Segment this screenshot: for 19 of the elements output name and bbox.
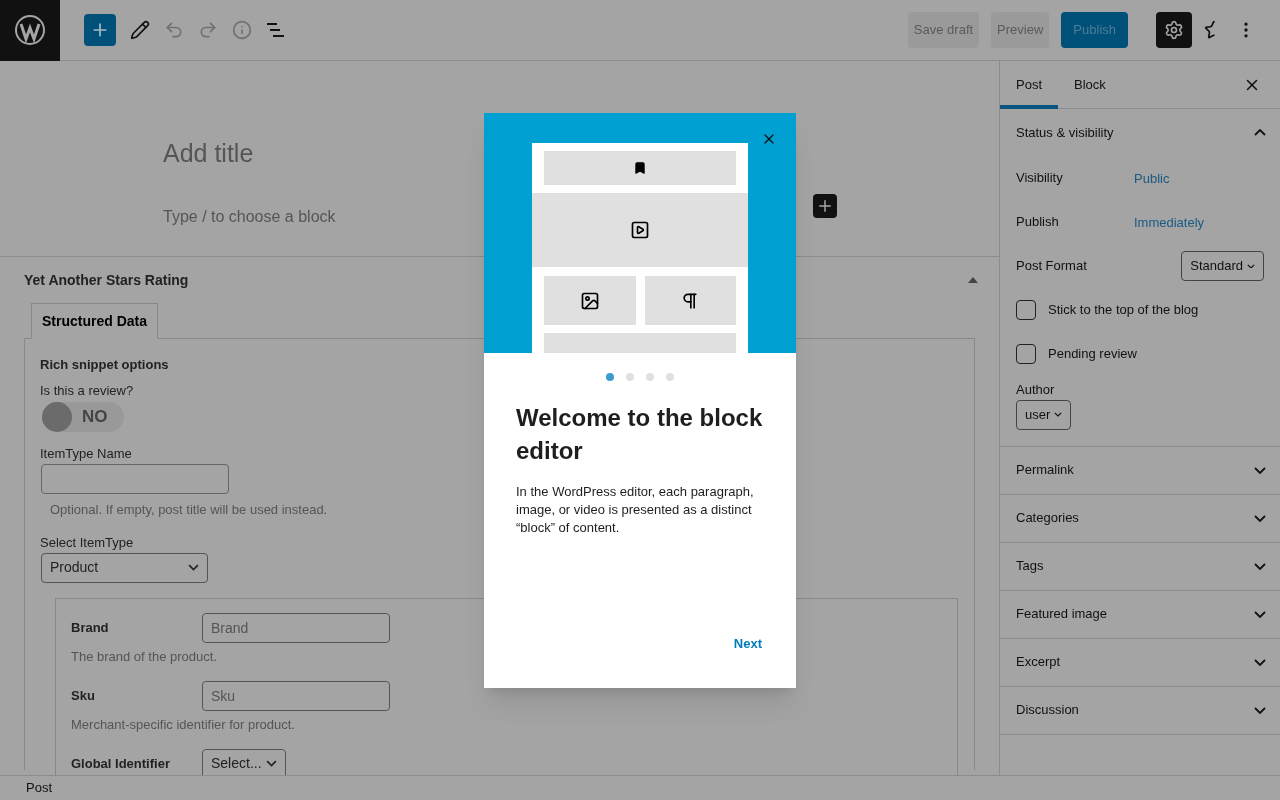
field-label: Select ItemType: [40, 534, 134, 552]
help-text: The brand of the product.: [71, 648, 217, 664]
dialog-title: Welcome to the block editor: [515, 403, 764, 466]
row-label: Publish: [1016, 213, 1060, 232]
dialog-body: In the WordPress editor, each paragraph, image, or video is presented as a distinct “block” of content.: [515, 483, 755, 537]
row-label: Author: [1016, 381, 1056, 399]
help-text: Merchant-specific identifier for product.: [71, 716, 295, 732]
field-label: Is this a review?: [40, 381, 135, 400]
row-label: Post Format: [1016, 257, 1088, 276]
checkbox-label: Stick to the top of the blog: [1048, 301, 1199, 320]
metabox-title: Yet Another Stars Rating: [24, 270, 189, 290]
field-label: Sku: [71, 686, 96, 705]
checkbox-label: Pending review: [1048, 345, 1137, 364]
section-title: Rich snippet options: [40, 356, 170, 374]
help-text: Optional. If empty, post title will be used instead.: [50, 500, 328, 519]
row-label: Visibility: [1016, 169, 1064, 188]
field-label: ItemType Name: [40, 445, 132, 463]
field-label: Brand: [71, 618, 110, 637]
field-label: Global Identifier: [71, 754, 171, 773]
